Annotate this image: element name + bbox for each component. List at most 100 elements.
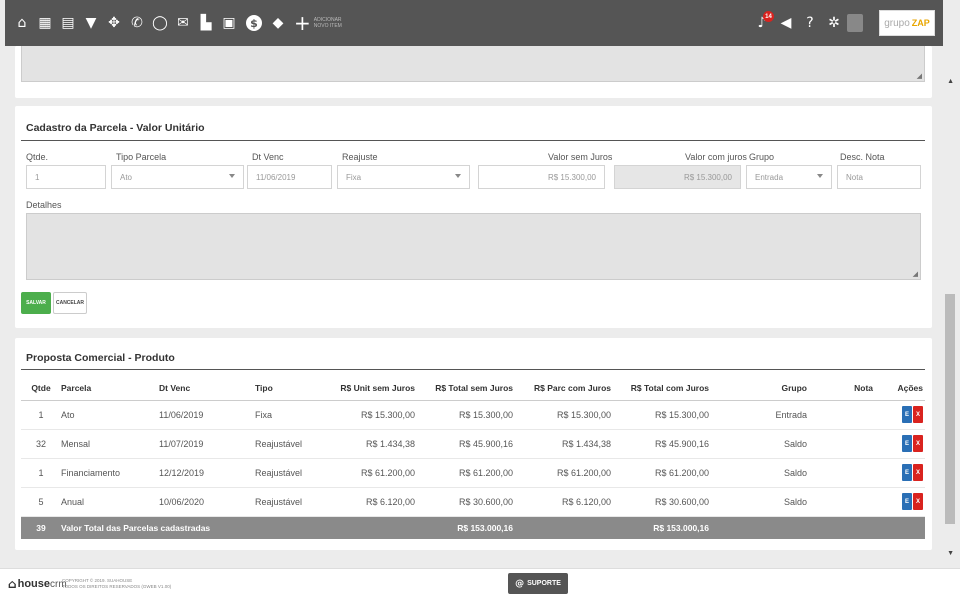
table-row: 1 Ato 11/06/2019 Fixa R$ 15.300,00 R$ 15.300,… [21,400,925,430]
calendar-icon[interactable]: ▦ [34,12,56,34]
value-with-interest-label: Valor com juros [685,152,747,162]
filter-icon[interactable]: ▼ [80,12,102,34]
value-no-interest-input[interactable]: R$ 15.300,00 [478,165,605,189]
edit-button[interactable]: E [902,406,912,423]
col-due: Dt Venc [159,377,255,401]
delete-button[interactable]: X [913,493,923,510]
adjustment-select[interactable]: Fixa [337,165,470,189]
value-no-interest-label: Valor sem Juros [548,152,613,162]
col-total-interest: R$ Total com Juros [611,377,709,401]
notes-panel: ◢ [15,46,932,98]
cell-parcela: Mensal [61,429,159,459]
add-new-item-button[interactable]: + ADICIONAR NOVO ITEM [294,13,354,33]
total-qty: 39 [21,516,61,539]
footer-logo: ⌂ house crm [8,577,67,591]
home-icon[interactable]: ⌂ [11,12,33,34]
details-textarea[interactable]: ◢ [26,213,921,280]
details-label: Detalhes [26,200,62,210]
group-value: Entrada [755,172,784,182]
edit-button[interactable]: E [902,435,912,452]
value-with-interest-input: R$ 15.300,00 [614,165,741,189]
value-with-interest-value: R$ 15.300,00 [683,172,732,182]
delete-button[interactable]: X [913,406,923,423]
group-select[interactable]: Entrada [746,165,832,189]
cell-unit: R$ 1.434,38 [323,429,415,459]
note-input[interactable]: Nota [837,165,921,189]
graduation-icon[interactable]: ◆ [267,12,289,34]
table-header-row: Qtde Parcela Dt Venc Tipo R$ Unit sem Ju… [21,377,925,401]
cell-qty: 5 [21,487,61,517]
due-date-value: 11/06/2019 [256,172,296,182]
copyright-line-2: TODOS OS DIREITOS RESERVADOS (GWEB V1.00… [62,584,172,589]
delete-button[interactable]: X [913,464,923,481]
delete-button[interactable]: X [913,435,923,452]
qty-input[interactable]: 1 [26,165,106,189]
resize-handle-icon[interactable]: ◢ [917,72,922,80]
installment-type-value: Ato [120,172,133,182]
building-icon[interactable]: ▙ [195,12,217,34]
cell-group: Saldo [709,487,807,517]
brand-name: grupo [884,17,910,29]
chat-icon[interactable]: ◯ [149,12,171,34]
cell-parc-interest: R$ 6.120,00 [513,487,611,517]
cell-total-interest: R$ 45.900,16 [611,429,709,459]
cell-note [807,429,873,459]
scroll-down-icon[interactable]: ▼ [947,550,954,557]
gear-icon[interactable]: ✲ [823,12,845,34]
col-group: Grupo [709,377,807,401]
cell-total: R$ 15.300,00 [415,400,513,430]
cell-group: Saldo [709,458,807,488]
note-label: Desc. Nota [840,152,885,162]
col-parcela: Parcela [61,377,159,401]
cell-parc-interest: R$ 1.434,38 [513,429,611,459]
cell-due: 11/06/2019 [159,400,255,430]
installment-form-title: Cadastro da Parcela - Valor Unitário [26,122,205,134]
proposal-panel: Proposta Comercial - Produto Qtde Parcel… [15,338,932,550]
resize-handle-icon[interactable]: ◢ [913,270,918,278]
cell-total: R$ 30.600,00 [415,487,513,517]
calendar-list-icon[interactable]: ▤ [57,12,79,34]
installment-type-select[interactable]: Ato [111,165,244,189]
col-qty: Qtde [21,377,61,401]
cell-unit: R$ 6.120,00 [323,487,415,517]
due-date-input[interactable]: 11/06/2019 [247,165,332,189]
cell-total-interest: R$ 30.600,00 [611,487,709,517]
table-row: 32 Mensal 11/07/2019 Reajustável R$ 1.434,38… [21,429,925,459]
edit-button[interactable]: E [902,493,912,510]
total-with-interest: R$ 153.000,16 [611,516,709,539]
calculator-icon[interactable]: ▣ [218,12,240,34]
scrollbar-thumb[interactable] [945,294,955,524]
footer-copyright: COPYRIGHT © 2019. SUAHOUSE TODOS OS DIRE… [62,578,171,590]
help-icon[interactable]: ? [799,12,821,34]
cell-parcela: Ato [61,400,159,430]
phone-icon[interactable]: ✆ [126,12,148,34]
house-logo-icon: ⌂ [8,577,17,591]
support-label: SUPORTE [527,580,561,587]
mail-icon[interactable]: ✉ [172,12,194,34]
top-toolbar: ⌂ ▦ ▤ ▼ ✥ ✆ ◯ ✉ ▙ ▣ $ ◆ + ADICIONAR NOVO ITEM ♪ 14 … [5,0,943,46]
col-note: Nota [807,377,873,401]
note-value: Nota [846,172,863,182]
dollar-icon[interactable]: $ [246,15,262,31]
cancel-button[interactable]: CANCELAR [53,292,87,314]
adjustment-value: Fixa [346,172,362,182]
cell-total: R$ 45.900,16 [415,429,513,459]
notes-textarea[interactable]: ◢ [21,46,925,82]
save-button[interactable]: SALVAR [21,292,51,314]
edit-button[interactable]: E [902,464,912,481]
due-date-label: Dt Venc [252,152,284,162]
col-actions: Ações [873,377,925,401]
notifications-button[interactable]: ♪ 14 [751,11,774,34]
cell-note [807,400,873,430]
scroll-up-icon[interactable]: ▲ [947,78,954,85]
chevron-down-icon [817,174,823,178]
cell-type: Fixa [255,400,323,430]
megaphone-icon[interactable]: ◀ [775,12,797,34]
handshake-icon[interactable]: ✥ [103,12,125,34]
cell-parc-interest: R$ 15.300,00 [513,400,611,430]
avatar[interactable] [847,14,863,32]
installment-form-panel: Cadastro da Parcela - Valor Unitário Qtd… [15,106,932,328]
support-button[interactable]: @ SUPORTE [508,573,568,594]
cell-unit: R$ 15.300,00 [323,400,415,430]
cell-actions: EX [873,429,925,459]
